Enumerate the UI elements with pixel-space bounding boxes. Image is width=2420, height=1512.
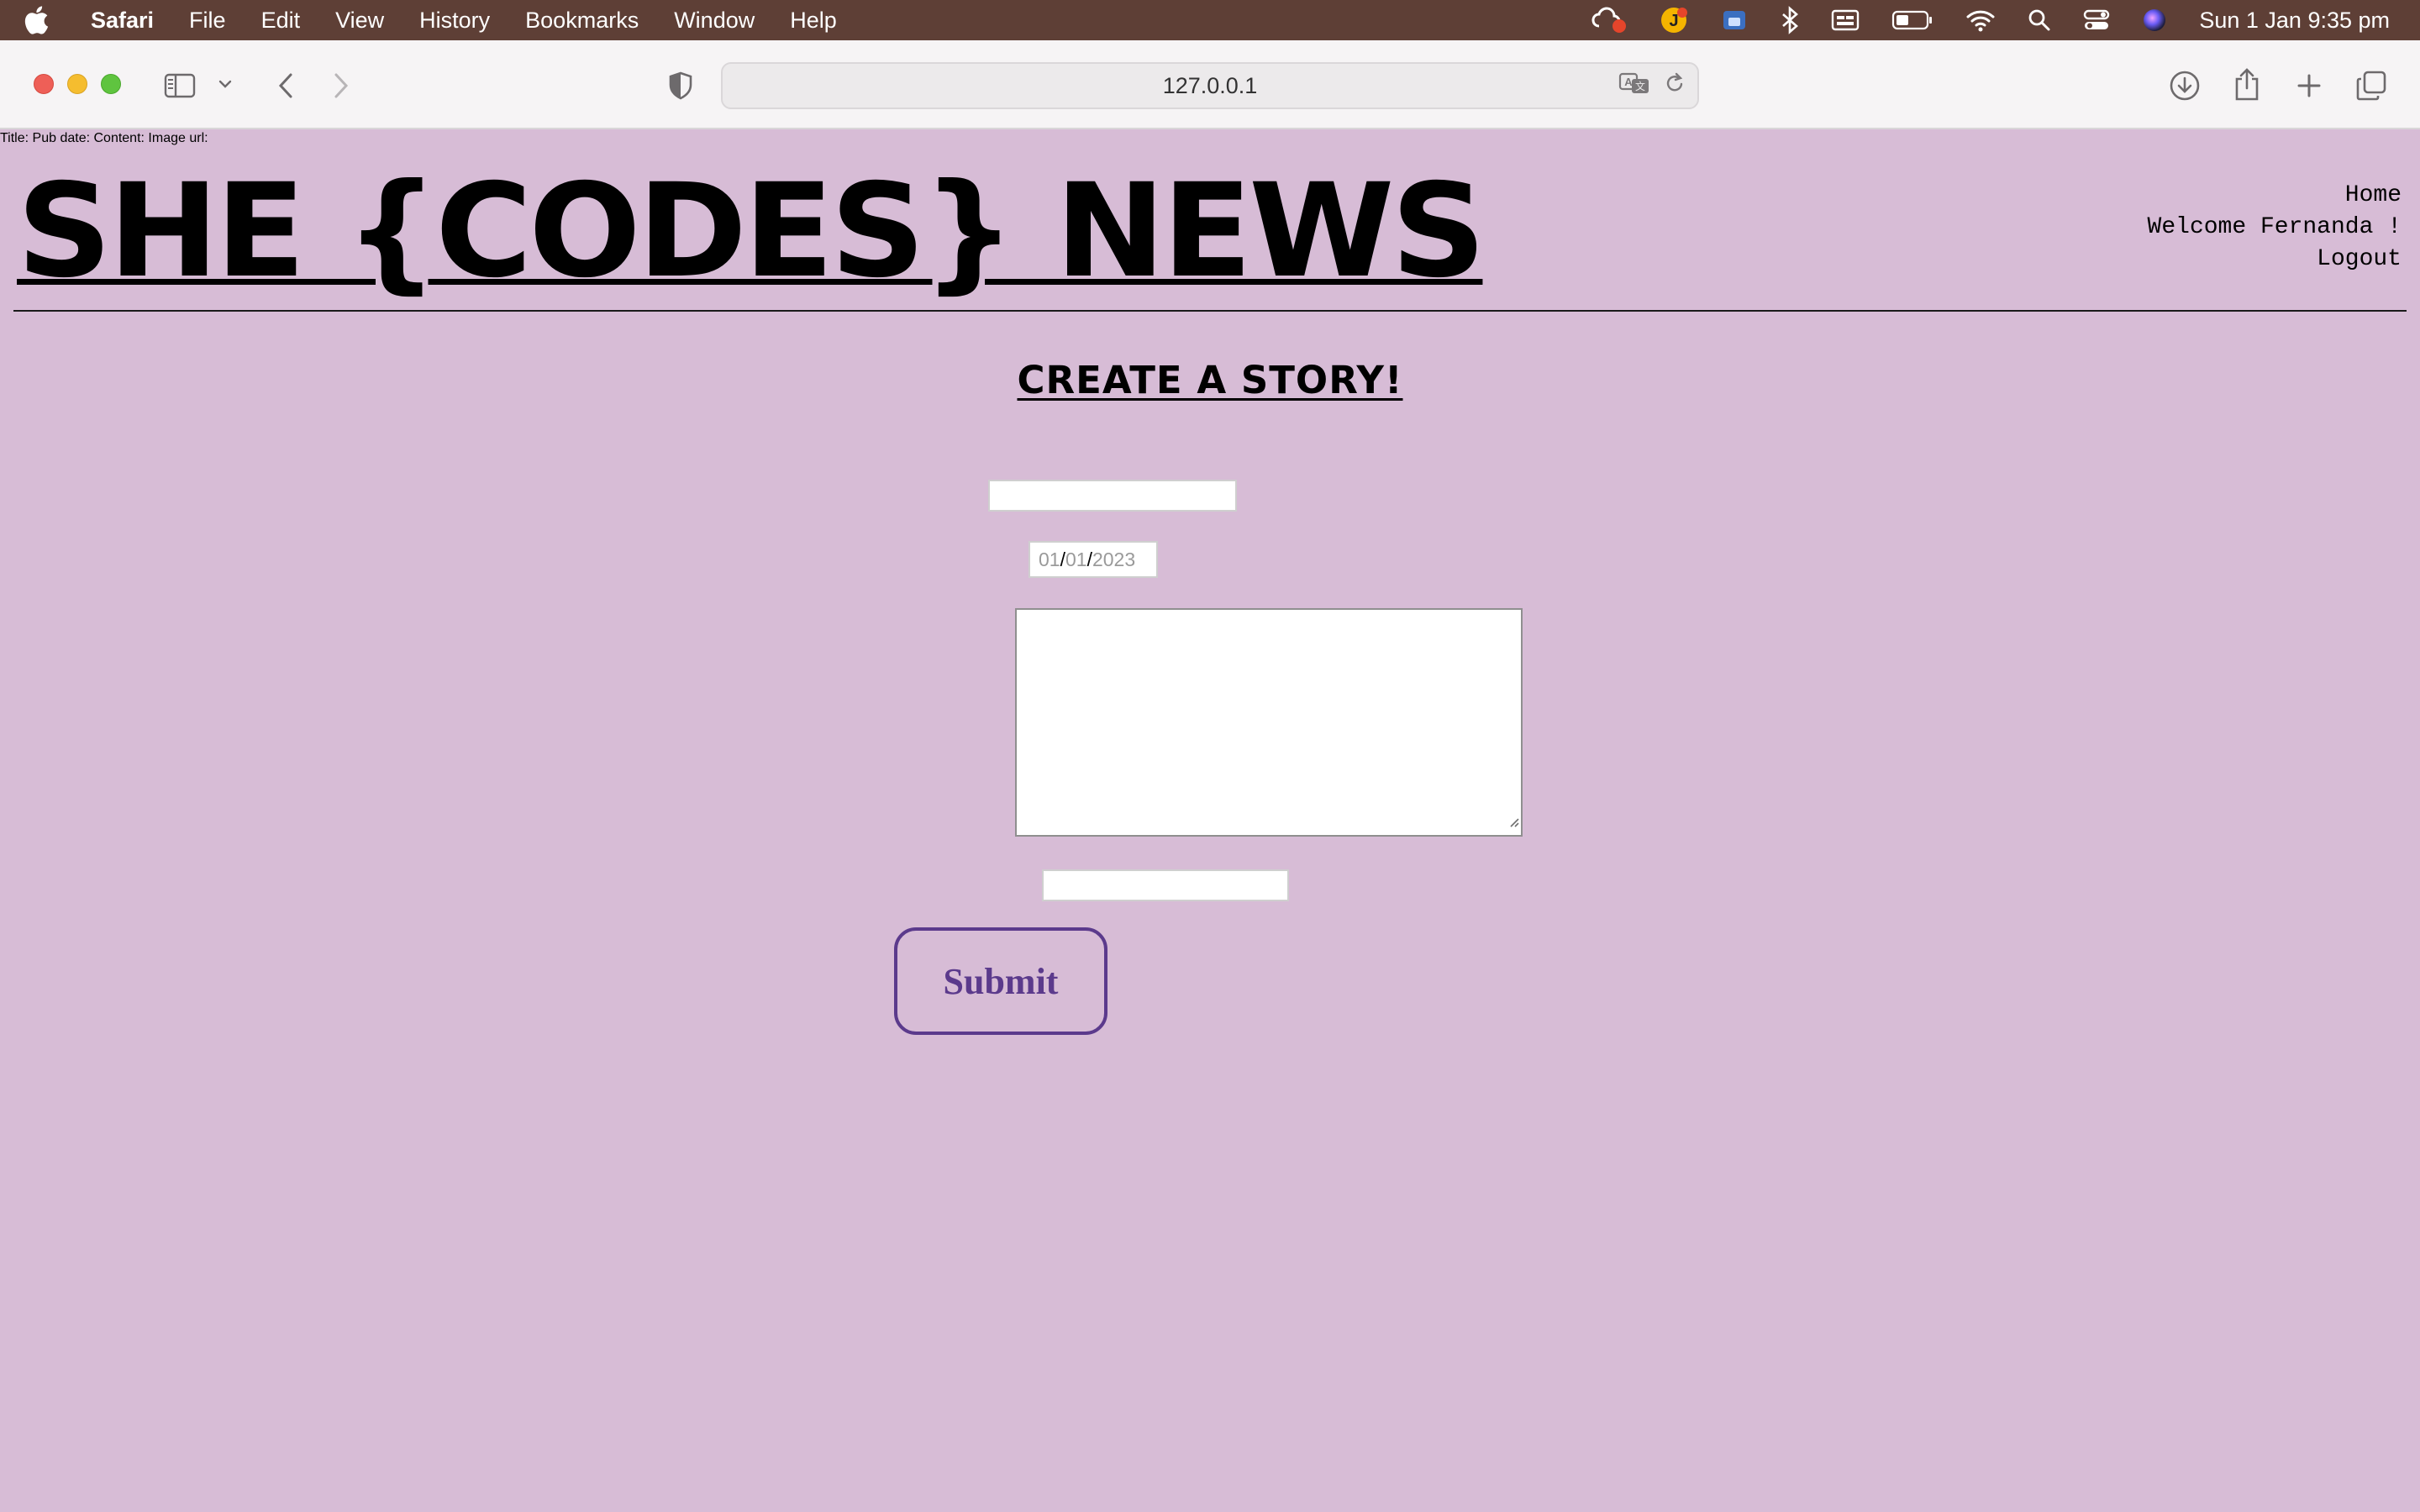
header-divider (13, 310, 2407, 312)
create-story-form: Title: Pub date: 01/01/2023 Content: Ima… (0, 131, 2420, 1035)
menu-bookmarks[interactable]: Bookmarks (525, 8, 639, 34)
bluetooth-icon[interactable] (1781, 0, 1799, 40)
image-url-label: Image url: (148, 131, 208, 145)
submit-button[interactable]: Submit (894, 927, 1107, 1035)
minimize-window-button[interactable] (67, 74, 87, 94)
sidebar-toggle-icon[interactable] (163, 69, 197, 102)
translate-icon[interactable]: A文 (1618, 71, 1650, 101)
vpn-icon[interactable] (1720, 0, 1749, 40)
image-url-input[interactable] (1042, 869, 1289, 901)
macos-menu-bar: Safari File Edit View History Bookmarks … (0, 0, 2420, 40)
menu-help[interactable]: Help (790, 8, 837, 34)
title-label: Title: (0, 131, 29, 145)
battery-icon[interactable] (1891, 0, 1933, 40)
pub-date-label: Pub date: (32, 131, 91, 145)
content-label: Content: (93, 131, 145, 145)
tab-overview-icon[interactable] (2353, 67, 2390, 104)
reload-icon[interactable] (1664, 71, 1686, 101)
content-textarea[interactable] (1015, 608, 1523, 837)
address-bar[interactable]: 127.0.0.1 A文 (721, 62, 1699, 109)
resize-grip-icon[interactable] (1507, 810, 1519, 833)
forward-arrow-icon[interactable] (324, 69, 358, 102)
keyboard-display-icon[interactable] (1831, 0, 1860, 40)
close-window-button[interactable] (34, 74, 54, 94)
privacy-shield-icon[interactable] (664, 69, 697, 102)
svg-text:A: A (1624, 76, 1633, 88)
creative-cloud-icon[interactable] (1591, 0, 1628, 40)
share-icon[interactable] (2228, 66, 2265, 102)
pub-date-month[interactable]: 01 (1065, 549, 1087, 571)
chevron-down-icon[interactable] (215, 74, 235, 94)
svg-text:文: 文 (1635, 80, 1645, 92)
menu-edit[interactable]: Edit (261, 8, 301, 34)
page-content: SHE {CODES} NEWS Home Welcome Fernanda !… (0, 131, 2420, 1512)
title-input[interactable] (988, 480, 1237, 512)
site-title-link[interactable]: SHE {CODES} NEWS (17, 156, 1486, 307)
notification-badge-icon[interactable]: J (1660, 0, 1688, 40)
menubar-clock[interactable]: Sun 1 Jan 9:35 pm (2199, 8, 2390, 34)
address-bar-url: 127.0.0.1 (1162, 72, 1258, 98)
site-nav: Home Welcome Fernanda ! Logout (2148, 180, 2402, 276)
spotlight-search-icon[interactable] (2028, 0, 2051, 40)
wifi-icon[interactable] (1965, 0, 1996, 40)
pub-date-input[interactable]: 01/01/2023 (1028, 541, 1158, 578)
menu-window[interactable]: Window (674, 8, 755, 34)
pub-date-day[interactable]: 01 (1039, 549, 1060, 571)
nav-home-link[interactable]: Home (2148, 180, 2402, 212)
new-tab-plus-icon[interactable] (2291, 67, 2328, 104)
menu-view[interactable]: View (335, 8, 384, 34)
page-heading: CREATE A STORY! (1017, 358, 1403, 402)
downloads-icon[interactable] (2166, 67, 2203, 104)
nav-logout-link[interactable]: Logout (2148, 244, 2402, 276)
svg-text:J: J (1670, 12, 1679, 30)
pub-date-year[interactable]: 2023 (1092, 549, 1135, 571)
menu-history[interactable]: History (419, 8, 490, 34)
siri-icon[interactable] (2142, 0, 2167, 40)
back-arrow-icon[interactable] (269, 69, 302, 102)
browser-toolbar: 127.0.0.1 A文 (0, 40, 2420, 129)
apple-menu-icon[interactable] (24, 6, 67, 34)
nav-welcome-link[interactable]: Welcome Fernanda ! (2148, 212, 2402, 244)
fullscreen-window-button[interactable] (101, 74, 121, 94)
control-center-icon[interactable] (2083, 0, 2110, 40)
menu-file[interactable]: File (189, 8, 226, 34)
menu-safari[interactable]: Safari (91, 8, 154, 34)
